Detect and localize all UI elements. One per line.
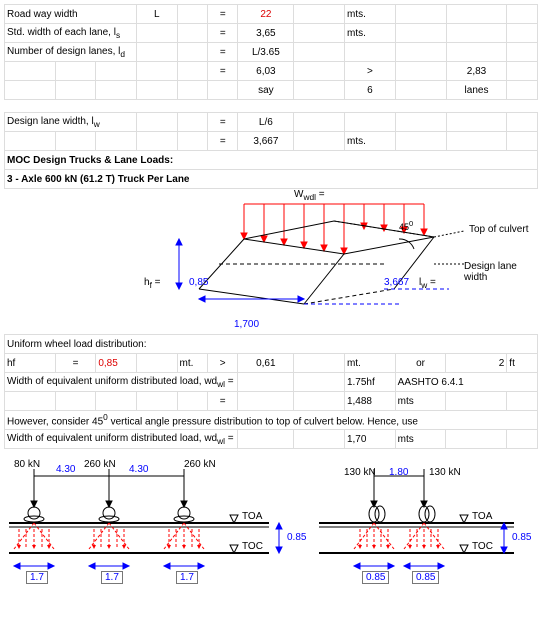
spacing-1.80: 1.80: [389, 467, 408, 478]
eq: =: [207, 392, 237, 411]
dlw-unit: mts.: [345, 132, 396, 151]
dlw-diagram-label: Design lane width: [464, 261, 538, 283]
numlanes-say: say: [238, 81, 294, 100]
section2: 3 - Axle 600 kN (61.2 T) Truck Per Lane: [5, 170, 538, 189]
load-130kn-b: 130 kN: [429, 467, 461, 478]
span-0.85-b: 0.85: [412, 571, 439, 584]
dlw-expr: L/6: [238, 113, 294, 132]
roadway-val: 22: [238, 5, 294, 24]
h-0.85-left: 0.85: [287, 532, 306, 543]
eq: =: [208, 113, 238, 132]
wheel-load-diagram: 80 kN 4.30 260 kN 4.30 260 kN TOA TOC 0.…: [4, 449, 538, 589]
numlanes-cmp: >: [345, 62, 396, 81]
section1: MOC Design Trucks & Lane Loads:: [5, 151, 538, 170]
eq: =: [55, 354, 96, 373]
load-260kn-a: 260 kN: [84, 459, 116, 470]
uwl-hf-label: hf: [5, 354, 56, 373]
uwl-hf-cmpval: 0,61: [238, 354, 294, 373]
uwl-hf-unit: mt.: [177, 354, 207, 373]
uwl-title: Uniform wheel load distribution:: [5, 335, 538, 354]
eq: =: [208, 132, 238, 151]
span-1.7-b: 1.7: [101, 571, 123, 584]
wwdl-label: Wwdl =: [294, 189, 325, 202]
spacing-4.30-b: 4.30: [129, 464, 148, 475]
uwl-ft-val: 2: [446, 354, 507, 373]
truck-lane-diagram: Wwdl = Top of culvert Design lane width …: [4, 189, 538, 334]
angle-label: 450: [399, 219, 413, 232]
load-80kn: 80 kN: [14, 459, 40, 470]
toa-right: TOA: [472, 511, 492, 522]
eq: =: [208, 43, 238, 62]
topculvert-label: Top of culvert: [469, 224, 528, 235]
stdwidth-unit: mts.: [345, 24, 396, 43]
span-1.7-c: 1.7: [176, 571, 198, 584]
eq: =: [208, 62, 238, 81]
numlanes-sayunit: lanes: [446, 81, 507, 100]
h-0.85-right: 0.85: [512, 532, 531, 543]
stdwidth-val: 3,65: [238, 24, 294, 43]
roadway-sym: L: [136, 5, 177, 24]
toc-right: TOC: [472, 541, 493, 552]
wdwl-val: 1,488: [344, 392, 395, 411]
dlw-val: 3,667: [238, 132, 294, 151]
numlanes-expr: L/3.65: [238, 43, 294, 62]
roadway-label: Road way width: [5, 5, 137, 24]
numlanes-cmpval: 2,83: [446, 62, 507, 81]
uwl-hf-cmp: >: [207, 354, 237, 373]
uwl-or: or: [395, 354, 446, 373]
wdwl2-label: Width of equivalent uniform distributed …: [5, 430, 238, 449]
dlw-label: Design lane width, lw: [5, 113, 137, 132]
roadway-unit: mts.: [345, 5, 396, 24]
lw-diagram-val: 3,667: [384, 277, 409, 288]
span-0.85-a: 0.85: [362, 571, 389, 584]
hf-diagram-label: hf =: [144, 277, 161, 290]
hf-diagram-val: 0,85: [189, 277, 208, 288]
load-130kn-a: 130 kN: [344, 467, 376, 478]
uwl-hf-val: 0,85: [96, 354, 137, 373]
lw-diagram-label: lw =: [419, 277, 436, 290]
numlanes-label: Number of design lanes, ld: [5, 43, 137, 62]
uwl-ft-unit: ft: [507, 354, 538, 373]
numlanes-sayval: 6: [345, 81, 396, 100]
toa-left: TOA: [242, 511, 262, 522]
spacing-4.30-a: 4.30: [56, 464, 75, 475]
span-1.7-a: 1.7: [26, 571, 48, 584]
numlanes-val: 6,03: [238, 62, 294, 81]
eq: =: [208, 5, 238, 24]
uwl-hf-cmpunit: mt.: [344, 354, 395, 373]
wdwl2-unit: mts: [395, 430, 446, 449]
however-note: However, consider 450 vertical angle pre…: [5, 411, 538, 430]
wdwl-label: Width of equivalent uniform distributed …: [5, 373, 238, 392]
stdwidth-label: Std. width of each lane, ls: [5, 24, 137, 43]
load-260kn-b: 260 kN: [184, 459, 216, 470]
wdwl2-val: 1,70: [344, 430, 395, 449]
eq: =: [208, 24, 238, 43]
wdwl-unit: mts: [395, 392, 446, 411]
wdwl-expr: 1.75hf: [344, 373, 395, 392]
toc-left: TOC: [242, 541, 263, 552]
wdwl-ref: AASHTO 6.4.1: [395, 373, 537, 392]
bottom-dim: 1,700: [234, 319, 259, 330]
